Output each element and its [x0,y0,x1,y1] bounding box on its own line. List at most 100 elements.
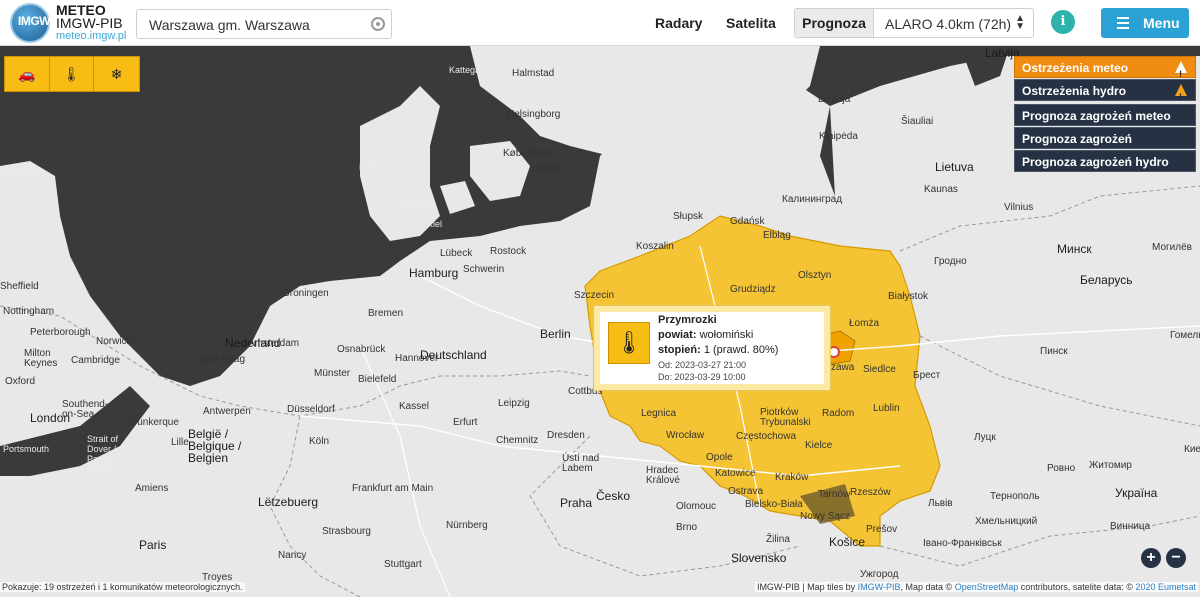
map-label-country: Slovensko [731,551,787,565]
map-label-city: Wrocław [666,430,705,441]
forecast-label[interactable]: Prognoza [795,9,874,37]
brand-url: meteo.imgw.pl [56,30,127,42]
map-label-city: Gdańsk [730,216,765,227]
map-label-city: Brno [676,522,698,533]
map-label-city: Elbląg [763,230,791,241]
info-button[interactable]: i [1051,10,1075,34]
menu-ostrzezenia-meteo[interactable]: Ostrzeżenia meteo [1014,56,1196,85]
attribution-text-2: , Map data © [900,582,953,592]
attribution-link-eumetsat[interactable]: 2020 Eumetsat [1135,582,1196,592]
popup-title: Przymrozki [658,314,717,326]
map-label-city: Osnabrück [337,344,386,355]
forecast-model-value[interactable]: ALARO 4.0km (72h) [885,16,1011,32]
logo-text: IMGW [18,14,51,28]
map-label-city: Тернополь [990,491,1040,502]
warning-layer-menu: Ostrzeżenia meteo Ostrzeżenia hydro Prog… [1014,56,1196,173]
map-label-city: Kaunas [924,184,958,195]
top-bar: IMGW METEO IMGW-PIB meteo.imgw.pl Radary… [0,0,1200,46]
map-label-city: Portsmouth [3,444,50,454]
map-label-city: Bielsko-Biała [745,499,803,510]
popup-do: Do: 2023-03-29 10:00 [658,372,746,382]
map-label-city: Nancy [278,550,307,561]
map-label-city: Žilina [766,534,790,545]
menu-ostrzezenia-hydro[interactable]: Ostrzeżenia hydro [1014,79,1196,108]
frost-thermometer-icon: 🌡 [608,322,650,364]
map-label-city: Köln [309,436,330,447]
map-label-city: Kiel [427,219,443,229]
map-label-city: Olsztyn [798,270,832,281]
map-label-city: Szczecin [574,290,615,301]
search-input[interactable] [147,16,371,34]
map-label-country: Беларусь [1080,273,1133,287]
zoom-in-button[interactable]: + [1141,548,1161,568]
popup-od: Od: 2023-03-27 21:00 [658,360,747,370]
nav-satelita[interactable]: Satelita [726,15,776,31]
zoom-out-button[interactable]: − [1166,548,1186,568]
menu-label: Menu [1143,15,1180,31]
map-label-city: Rzeszów [850,487,891,498]
map-label-city: Norwich [96,336,133,347]
map-label-city: Košice [829,535,866,549]
map-label-city: Stuttgart [384,559,422,570]
map-label-city: Винница [1110,521,1151,532]
map-label-city: Düsseldorf [287,404,335,415]
map-label-city: Bielefeld [358,374,397,385]
map-label-city: Schwerin [463,264,505,275]
map-label-city: Paris [139,538,167,552]
map-label-city: Могилёв [1152,242,1192,253]
map-label-city: Kraków [775,472,809,483]
map-label-city: Liepāja [818,94,851,105]
locate-me-icon[interactable] [371,17,385,31]
map-label-city: Oxford [5,376,36,387]
map-label-city: Cambridge [71,355,120,366]
tool-frost-button[interactable]: 🌡 [50,57,95,91]
map-label-city: Legnica [641,408,677,419]
map-label-city: Halmstad [512,68,555,79]
map-label-city: Ústí nad Labem [562,453,600,474]
map-label-city: Гродно [934,256,967,267]
warning-icon [1175,61,1187,85]
attribution-link-imgw[interactable]: IMGW-PIB [858,582,901,592]
menu-button[interactable]: Menu [1101,8,1189,38]
map-label-city: Prešov [866,524,898,535]
warning-popup[interactable]: 🌡 Przymrozki powiat: wołomiński stopień:… [594,306,830,390]
map-label-city: Ostrava [728,486,764,497]
map-label-city: Гомель [1170,330,1200,341]
map-label-city: Nottingham [3,306,55,317]
map-label-city: Strasbourg [322,526,371,537]
map-label-city: Dunkerque [130,417,179,428]
menu-prognoza-meteo[interactable]: Prognoza zagrożeń meteo [1014,104,1196,126]
map-label-city: Frankfurt am Main [352,483,434,494]
nav-radary[interactable]: Radary [655,15,702,31]
stopien-value: 1 (prawd. 80%) [703,344,779,356]
map-label-city: Hamburg [409,266,459,280]
forecast-model-select[interactable]: Prognoza ALARO 4.0km (72h) ▲ ▼ [794,8,1034,38]
imgw-logo[interactable]: IMGW [10,3,51,43]
menu-prognoza-drogowych[interactable]: Prognoza zagrożeń drogowych [1014,127,1196,168]
menu-item-label: Ostrzeżenia hydro [1022,84,1127,98]
attribution-text: IMGW-PIB | Map tiles by [756,582,856,592]
menu-prognoza-hydro[interactable]: Prognoza zagrożeń hydro [1014,150,1196,172]
map-label-city: Hannover [395,353,439,364]
road-warning-icon: 🚗 [18,65,36,82]
map-label-city: Hradec Králové [646,465,680,486]
brand-line-2: IMGW-PIB [56,15,123,31]
map-label-city: Львiв [928,498,953,509]
attribution-link-osm[interactable]: OpenStreetMap [955,582,1019,592]
map-label-city: Olomouc [676,501,717,512]
map-label-city: Opole [706,452,733,463]
snowflake-icon: ❄ [110,65,123,82]
brand[interactable]: METEO IMGW-PIB meteo.imgw.pl [56,3,127,43]
powiat-label: powiat: [658,329,697,341]
map-label-city: Chemnitz [496,435,539,446]
popup-powiat: powiat: wołomiński [658,329,753,341]
map-label-city: Amiens [135,483,169,494]
map-label-city: Житомир [1089,460,1132,471]
tool-snow-button[interactable]: ❄ [94,57,139,91]
map-label-city: Malmö [531,164,562,175]
location-search[interactable] [136,9,392,39]
map-label-city: Esbjerg [359,162,390,172]
powiat-value: wołomiński [699,329,754,341]
tool-road-button[interactable]: 🚗 [5,57,50,91]
map-label-city: Rostock [490,246,527,257]
